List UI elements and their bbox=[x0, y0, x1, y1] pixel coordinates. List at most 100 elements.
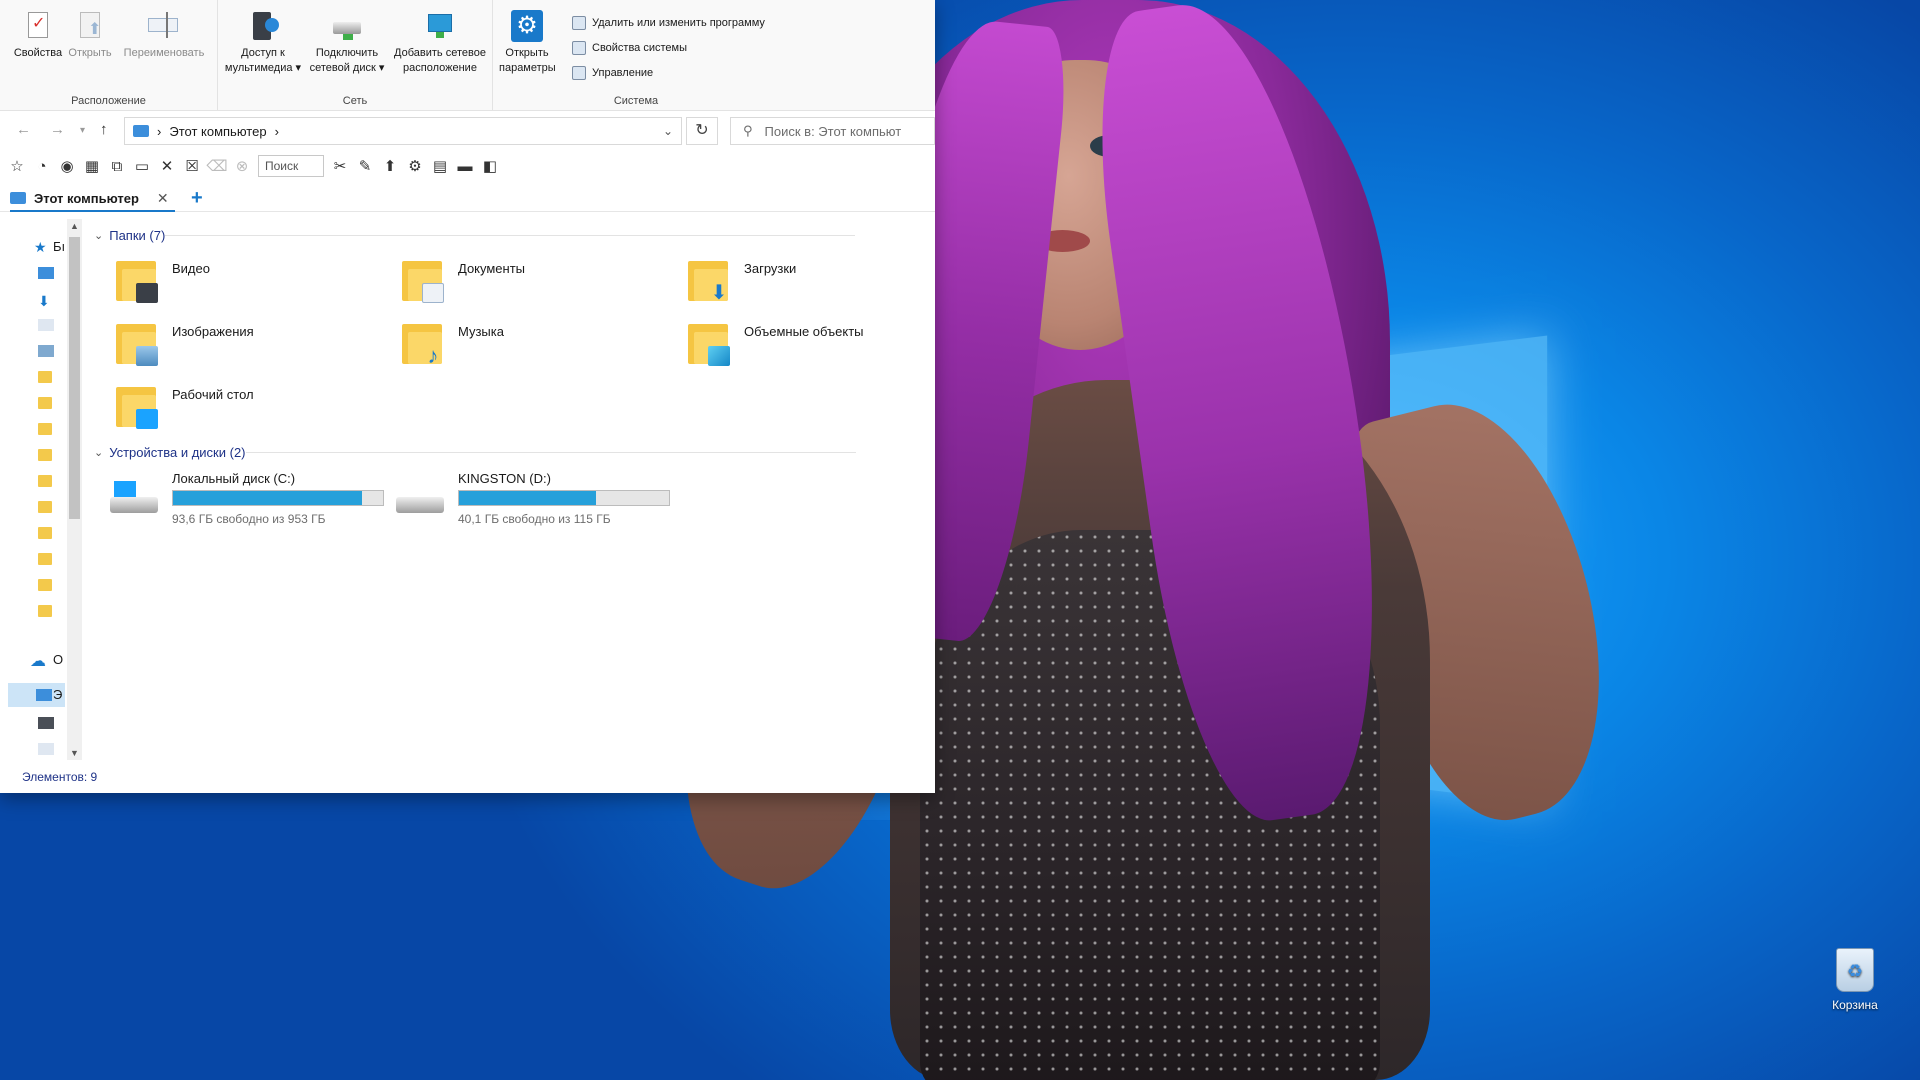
open-button[interactable]: ⬆ Открыть bbox=[64, 10, 116, 61]
nav-item-folder[interactable] bbox=[38, 475, 62, 491]
layout-grid-icon[interactable]: ▦ bbox=[83, 157, 101, 175]
address-bar[interactable]: › Этот компьютер › ⌄ bbox=[124, 117, 682, 145]
nav-item-folder[interactable] bbox=[38, 579, 62, 595]
history-icon[interactable]: ◔ bbox=[33, 157, 51, 175]
delete-icon[interactable]: ✕ bbox=[158, 157, 176, 175]
recycle-bin-shortcut[interactable]: ♻ Корзина bbox=[1815, 948, 1895, 1012]
uninstall-program-command[interactable]: Удалить или изменить программу bbox=[572, 16, 765, 30]
navpane-scrollbar[interactable]: ▲ ▼ bbox=[67, 219, 82, 760]
properties-icon: ✓ bbox=[22, 10, 54, 42]
media-access-button[interactable]: Доступ к мультимедиа ▾ bbox=[222, 10, 304, 76]
add-network-location-button[interactable]: Добавить сетевое расположение bbox=[390, 10, 490, 76]
nav-item-folder[interactable] bbox=[38, 423, 62, 439]
details-pane-icon[interactable]: ▬ bbox=[456, 157, 474, 175]
folder-desktop[interactable]: Рабочий стол bbox=[116, 381, 254, 429]
properties-button[interactable]: ✓ Свойства bbox=[12, 10, 64, 61]
nav-item-pictures[interactable] bbox=[38, 345, 62, 361]
folder-music[interactable]: ♪ Музыка bbox=[402, 318, 504, 367]
back-arrow-icon[interactable]: ← bbox=[16, 121, 31, 138]
network-drive-icon bbox=[331, 10, 363, 42]
nav-item-documents[interactable] bbox=[38, 319, 62, 335]
downloads-folder-icon: ⬇ bbox=[688, 255, 730, 303]
tab-this-pc[interactable]: Этот компьютер ✕ bbox=[10, 186, 175, 212]
address-history-chevron-icon[interactable]: ⌄ bbox=[663, 124, 673, 138]
video-icon bbox=[38, 717, 54, 729]
manage-command[interactable]: Управление bbox=[572, 66, 653, 80]
media-server-icon bbox=[247, 10, 279, 42]
scissors-icon[interactable]: ✂ bbox=[331, 157, 349, 175]
ribbon-group-location: ✓ Свойства ⬆ Открыть Переименовать Распо… bbox=[0, 0, 218, 111]
folder-videos[interactable]: Видео bbox=[116, 255, 210, 303]
rename-button[interactable]: Переименовать bbox=[118, 10, 210, 61]
folder-icon bbox=[38, 371, 52, 383]
folder-3d-objects[interactable]: Объемные объекты bbox=[688, 318, 864, 366]
nav-item-folder[interactable] bbox=[38, 605, 62, 621]
scroll-up-arrow-icon[interactable]: ▲ bbox=[69, 221, 80, 231]
map-network-drive-button[interactable]: Подключить сетевой диск ▾ bbox=[306, 10, 388, 76]
drive-d[interactable]: KINGSTON (D:) 40,1 ГБ свободно из 115 ГБ bbox=[396, 471, 670, 526]
drive-c-usage-bar bbox=[172, 490, 384, 506]
split-pane-icon[interactable]: ◧ bbox=[481, 157, 499, 175]
nav-this-pc[interactable]: Э bbox=[53, 687, 62, 702]
programs-icon bbox=[572, 16, 586, 30]
toolbar-search-field[interactable]: Поиск bbox=[258, 155, 324, 177]
up-arrow-icon[interactable]: ↑ bbox=[100, 121, 108, 138]
nav-item-folder[interactable] bbox=[38, 553, 62, 569]
refresh-button[interactable]: ↻ bbox=[686, 117, 718, 145]
panel-icon[interactable]: ▭ bbox=[133, 157, 151, 175]
folder-downloads[interactable]: ⬇ Загрузки bbox=[688, 255, 796, 303]
nav-onedrive[interactable]: О bbox=[53, 652, 63, 667]
search-input[interactable]: ⚲ Поиск в: Этот компьют bbox=[730, 117, 935, 145]
settings-gear-icon: ⚙ bbox=[511, 10, 543, 42]
nav-item-downloads[interactable]: ⬇ bbox=[38, 293, 62, 309]
scroll-down-arrow-icon[interactable]: ▼ bbox=[69, 748, 80, 758]
video-folder-icon bbox=[116, 255, 158, 303]
recent-locations-chevron-icon[interactable]: ▾ bbox=[80, 125, 85, 136]
nav-item-folder[interactable] bbox=[38, 397, 62, 413]
drive-c[interactable]: Локальный диск (C:) 93,6 ГБ свободно из … bbox=[110, 471, 384, 526]
system-properties-command[interactable]: Свойства системы bbox=[572, 41, 687, 55]
folder-icon bbox=[38, 527, 52, 539]
favorites-star-icon[interactable]: ☆ bbox=[8, 157, 26, 175]
breadcrumb-this-pc[interactable]: Этот компьютер bbox=[169, 124, 266, 139]
nav-item-videos[interactable] bbox=[38, 717, 62, 733]
nav-item-desktop[interactable] bbox=[38, 267, 62, 283]
nav-item-folder[interactable] bbox=[38, 371, 62, 387]
close-box-icon[interactable]: ☒ bbox=[183, 157, 201, 175]
attach-paperclip-icon[interactable]: ✎ bbox=[356, 157, 374, 175]
quick-access-star-icon[interactable]: ★ bbox=[34, 239, 47, 256]
documents-folder-icon bbox=[402, 255, 444, 303]
scrollbar-thumb[interactable] bbox=[69, 237, 80, 519]
view-options-icon[interactable]: ◉ bbox=[58, 157, 76, 175]
nav-item-folder[interactable] bbox=[38, 449, 62, 465]
upload-arrow-icon[interactable]: ⬆ bbox=[381, 157, 399, 175]
preview-pane-icon[interactable]: ▤ bbox=[431, 157, 449, 175]
folder-icon bbox=[38, 475, 52, 487]
pictures-folder-icon bbox=[116, 318, 158, 366]
drive-d-usage-fill bbox=[459, 491, 596, 505]
windows-drive-icon bbox=[110, 481, 158, 521]
gear-icon[interactable]: ⚙ bbox=[406, 157, 424, 175]
this-pc-icon bbox=[133, 125, 149, 137]
folders-section-header[interactable]: ⌄ Папки (7) bbox=[94, 225, 856, 245]
copy-window-icon[interactable]: ⧉ bbox=[108, 157, 126, 175]
forward-arrow-icon[interactable]: → bbox=[50, 121, 65, 138]
nav-item-documents[interactable] bbox=[38, 743, 62, 759]
clear-left-icon[interactable]: ⌫ bbox=[206, 157, 227, 175]
folder-documents[interactable]: Документы bbox=[402, 255, 525, 303]
onedrive-cloud-icon[interactable]: ☁ bbox=[30, 651, 46, 671]
nav-item-folder[interactable] bbox=[38, 501, 62, 517]
close-icon[interactable]: ✕ bbox=[157, 190, 169, 207]
open-settings-button[interactable]: ⚙ Открыть параметры bbox=[499, 10, 556, 76]
drive-c-usage-fill bbox=[173, 491, 363, 505]
add-tab-icon[interactable]: + bbox=[191, 187, 203, 210]
cancel-circle-icon[interactable]: ⊗ bbox=[233, 157, 251, 175]
devices-section-header[interactable]: ⌄ Устройства и диски (2) bbox=[94, 442, 856, 462]
nav-item-folder[interactable] bbox=[38, 527, 62, 543]
folder-pictures[interactable]: Изображения bbox=[116, 318, 254, 366]
document-icon bbox=[38, 319, 54, 331]
search-icon: ⚲ bbox=[743, 123, 753, 138]
3d-objects-folder-icon bbox=[688, 318, 730, 366]
nav-quick-access[interactable]: Бı bbox=[53, 239, 65, 254]
folder-icon bbox=[38, 397, 52, 409]
